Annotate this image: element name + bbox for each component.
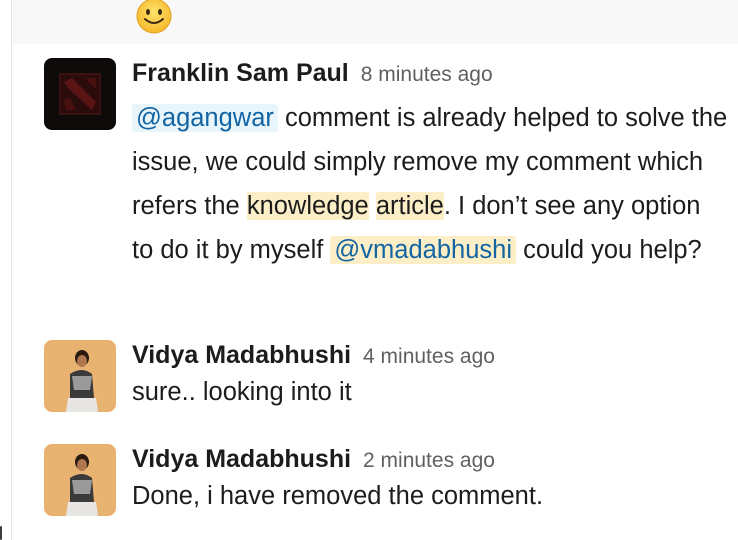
slightly-smiling-face-icon[interactable] <box>134 0 174 36</box>
message-timestamp[interactable]: 2 minutes ago <box>363 449 495 472</box>
user-mention[interactable]: @agangwar <box>132 104 278 132</box>
scroll-edge <box>0 526 2 540</box>
avatar[interactable] <box>44 340 116 412</box>
author-name[interactable]: Vidya Madabhushi <box>132 341 351 369</box>
avatar[interactable] <box>44 444 116 516</box>
message-text-segment: could you help? <box>516 236 702 264</box>
author-name[interactable]: Vidya Madabhushi <box>132 445 351 473</box>
message-text: @agangwar comment is already helped to s… <box>132 96 728 272</box>
highlighted-keyword: knowledge <box>246 192 369 220</box>
message-text: sure.. looking into it <box>132 378 352 406</box>
message-timestamp[interactable]: 8 minutes ago <box>361 63 493 86</box>
user-photo-icon <box>44 340 116 412</box>
user-mention[interactable]: @vmadabhushi <box>330 236 516 264</box>
message-timestamp[interactable]: 4 minutes ago <box>363 345 495 368</box>
message-text-segment <box>369 192 376 220</box>
message-text: Done, i have removed the comment. <box>132 482 544 510</box>
avatar[interactable] <box>44 58 116 130</box>
highlighted-keyword: article <box>375 192 444 220</box>
dota-logo-icon <box>44 58 116 130</box>
previous-message-band <box>12 0 738 44</box>
left-rail <box>0 0 12 540</box>
author-name[interactable]: Franklin Sam Paul <box>132 59 349 87</box>
user-photo-icon <box>44 444 116 516</box>
